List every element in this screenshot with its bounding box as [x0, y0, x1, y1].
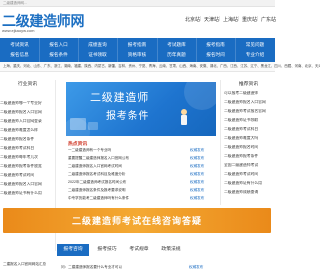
list-item[interactable]: 二级建造师报名入口官网 [224, 100, 277, 105]
list-item[interactable]: 二级建造师考试科目 [0, 146, 55, 151]
list-item[interactable]: 二级建造师难度怎么样 [0, 128, 55, 133]
nav-item-bottom-label: 历年真题 [167, 52, 186, 57]
list-item[interactable]: 二级建造师入口官网登录 [0, 119, 55, 124]
nav-item-registration[interactable]: 报名入口 报名条件 [39, 38, 79, 62]
nav-item-bottom-label: 报名信息 [10, 52, 29, 57]
list-item[interactable]: 全国二级建造师考试 [224, 163, 277, 168]
nav-item-top-label: 常见问题 [245, 42, 265, 47]
nav-item-exam-guide[interactable]: 报考指南 报名时间 [196, 38, 236, 62]
city-separator: | [238, 16, 240, 22]
list-item[interactable]: 二级建造师报名入口官网考试时间 [68, 164, 122, 169]
list-item[interactable]: 二级建造师考试报名官网 [224, 109, 277, 114]
nav-item-exam-news[interactable]: 考试资讯 报名信息 [0, 38, 40, 62]
status-badge: 权威发布 [190, 180, 205, 184]
nav-item-top-label: 报考指南 [127, 42, 147, 47]
right-panel-title: 推荐资讯 [238, 82, 259, 87]
main-nav: 考试资讯 报名信息 报名入口 报名条件 成绩查询 证书领取 报考指南 资格审核 … [0, 38, 275, 62]
list-item[interactable]: 二级建造师证书有什么用 [0, 191, 55, 196]
status-badge: 权威发布 [190, 172, 205, 176]
hot-news-list: 一二级建造师有一个专业吗 权威发布 重要提醒二级建造师报名入口官网公布 权威发布… [66, 148, 216, 208]
list-item[interactable]: 二级建造师证书领取 [224, 118, 277, 123]
status-badge: 权威发布 [190, 148, 205, 152]
bottom-left-panel: 二建报名入口官网网站汇总 [0, 258, 55, 274]
list-item[interactable]: 二级建造师报考条件放宽 [0, 164, 55, 169]
city-separator: | [200, 16, 202, 22]
left-panel-title: 行业资讯 [17, 82, 38, 87]
city-link-tianjin[interactable]: 天津站 [204, 16, 219, 23]
site-logo-url: www.ejkaoyw.com [2, 28, 35, 33]
tab-exam-tips[interactable]: 报考技巧 [92, 244, 122, 256]
status-badge: 权威发布 [189, 265, 204, 269]
list-item[interactable]: 可以报考二级建造师 [224, 91, 277, 96]
city-separator: | [257, 16, 259, 22]
tab-policies[interactable]: 政策法规 [156, 244, 186, 256]
consult-banner-text: 二级建造师考试在线咨询答疑 [71, 217, 202, 227]
right-panel: 推荐资讯 可以报考二级建造师 二级建造师报名入口官网 二级建造师考试报名官网 二… [220, 80, 276, 205]
status-badge: 权威发布 [190, 188, 205, 192]
city-link-chongqing[interactable]: 重庆站 [242, 16, 257, 23]
nav-item-faq[interactable]: 常见问题 专业介绍 [235, 38, 275, 62]
list-item[interactable]: 2022年二级建造师考试报名时间公布 [68, 180, 126, 185]
nav-item-top-label: 成绩查询 [88, 42, 107, 47]
nav-item-guide[interactable]: 报考指南 资格审核 [117, 38, 158, 62]
hero-subtitle: 报考条件 [106, 111, 150, 122]
province-list[interactable]: 上海、重庆、河北、山东、广东、浙江、湖南、福建、陕西、内蒙古、新疆、吉林、贵州、… [3, 62, 320, 71]
city-link-beijing[interactable]: 北京站 [185, 16, 200, 23]
list-item[interactable]: 二级建造师报名入口官网 [0, 110, 55, 115]
nav-item-top-label: 报名入口 [49, 42, 68, 47]
province-links: 上海、重庆、河北、山东、广东、浙江、湖南、福建、陕西、内蒙古、新疆、吉林、贵州、… [0, 62, 320, 72]
status-badge: 权威发布 [190, 156, 205, 160]
bottom-news: 问：二建建造师报名要什么专业才可以 权威发布 [59, 258, 275, 274]
hero-title: 二级建造师 [90, 91, 149, 104]
list-item[interactable]: 一二级建造师有一个专业吗 [68, 148, 111, 153]
list-item[interactable]: 二级建造师报考条件 [224, 154, 277, 159]
city-link-guangdong[interactable]: 广东站 [261, 16, 276, 23]
nav-item-top-label: 报考指南 [206, 42, 225, 47]
list-item[interactable]: 二级建造师报名条件及报考要求说明 [68, 188, 126, 193]
nav-item-question-bank[interactable]: 考试题库 历年真题 [157, 38, 197, 62]
nav-item-bottom-label: 证书领取 [88, 52, 107, 57]
list-item[interactable]: 二级建造师考试时间 [0, 173, 55, 178]
list-item[interactable]: 二级建造师报名时间 [224, 145, 277, 150]
nav-item-bottom-label: 报名条件 [49, 52, 68, 57]
status-badge: 权威发布 [190, 196, 205, 200]
nav-item-bottom-label: 报名时间 [206, 52, 225, 57]
city-separator: | [219, 16, 221, 22]
top-bar-text: 二级建造师网... [3, 1, 27, 5]
list-item[interactable]: 二建报名入口官网网站汇总 [3, 262, 46, 267]
status-badge: 权威发布 [190, 164, 205, 168]
list-item[interactable]: 重要提醒二级建造师报名入口官网公布 [68, 156, 129, 161]
nav-item-top-label: 考试资讯 [10, 42, 29, 47]
list-item[interactable]: 二级建造师哪一个专业好 [0, 101, 55, 106]
nav-item-bottom-label: 资格审核 [127, 52, 147, 57]
hot-news-title: 热点资讯 [68, 142, 88, 147]
list-item[interactable]: 二级建造师考试科目 [224, 127, 277, 132]
city-link-shanghai[interactable]: 上海站 [223, 16, 238, 23]
tab-exam-consult[interactable]: 报考咨询 [57, 244, 89, 256]
hero-banner[interactable]: 二级建造师 报考条件 [66, 82, 216, 136]
tab-bar: 报考咨询 报考技巧 考试规章 政策法规 [0, 244, 275, 256]
list-item[interactable]: 二级建造师报名考试科目及难度分析 [68, 172, 126, 177]
list-item[interactable]: 二级建造师报名条件 [0, 137, 55, 142]
nav-item-bottom-label: 专业介绍 [245, 52, 265, 57]
consult-banner[interactable]: 二级建造师考试在线咨询答疑 [3, 208, 271, 233]
nav-item-top-label: 考试题库 [167, 42, 186, 47]
list-item[interactable]: 二级建造师报名入口官网 [0, 182, 55, 187]
top-bar: 二级建造师网... [0, 0, 275, 7]
list-item[interactable]: 二级建造师每年考几次 [0, 155, 55, 160]
list-item[interactable]: 二级建造师考试时间 [224, 172, 277, 177]
tab-exam-rules[interactable]: 考试规章 [124, 244, 154, 256]
nav-item-scores[interactable]: 成绩查询 证书领取 [78, 38, 118, 62]
list-item[interactable]: 二级建造师成绩查询 [224, 190, 277, 195]
list-item[interactable]: 二级建造师证有什么用 [224, 181, 277, 186]
list-item[interactable]: 二级建造师难度大吗 [224, 136, 277, 141]
list-item[interactable]: 中专学历能考二级建造师吗有什么条件 [68, 196, 129, 201]
list-item[interactable]: 问：二建建造师报名要什么专业才可以 [61, 265, 122, 270]
